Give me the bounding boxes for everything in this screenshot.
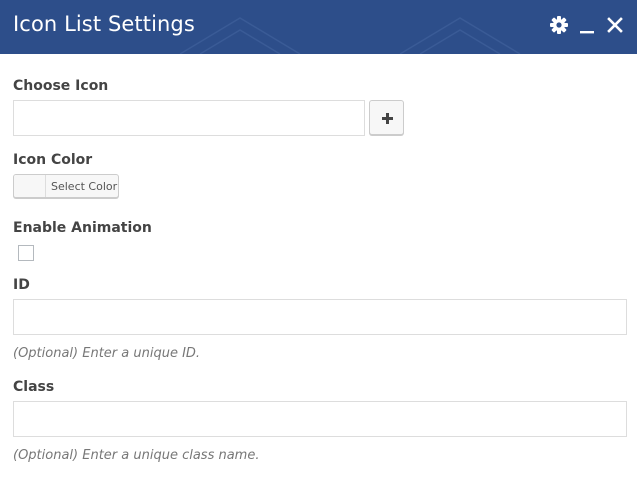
enable-animation-label: Enable Animation: [13, 220, 152, 236]
plus-icon: [382, 113, 393, 124]
select-color-label: Select Color: [51, 180, 118, 193]
gear-icon: [550, 16, 568, 34]
id-input[interactable]: [13, 299, 627, 335]
close-button[interactable]: [604, 14, 626, 36]
choose-icon-input[interactable]: [13, 100, 365, 136]
add-icon-button[interactable]: [369, 100, 404, 135]
color-swatch: [14, 175, 46, 197]
minimize-button[interactable]: [576, 14, 598, 36]
select-color-button[interactable]: Select Color: [13, 174, 119, 198]
choose-icon-label: Choose Icon: [13, 78, 109, 94]
class-label: Class: [13, 379, 55, 395]
dialog-title: Icon List Settings: [13, 12, 195, 36]
class-input[interactable]: [13, 401, 627, 437]
settings-button[interactable]: [548, 14, 570, 36]
dialog-header: Icon List Settings: [0, 0, 637, 54]
class-help-text: (Optional) Enter a unique class name.: [13, 448, 260, 463]
icon-color-label: Icon Color: [13, 152, 93, 168]
enable-animation-checkbox[interactable]: [18, 245, 34, 261]
id-help-text: (Optional) Enter a unique ID.: [13, 346, 201, 361]
close-icon: [607, 17, 623, 33]
id-label: ID: [13, 277, 30, 293]
minimize-icon: [580, 31, 594, 34]
